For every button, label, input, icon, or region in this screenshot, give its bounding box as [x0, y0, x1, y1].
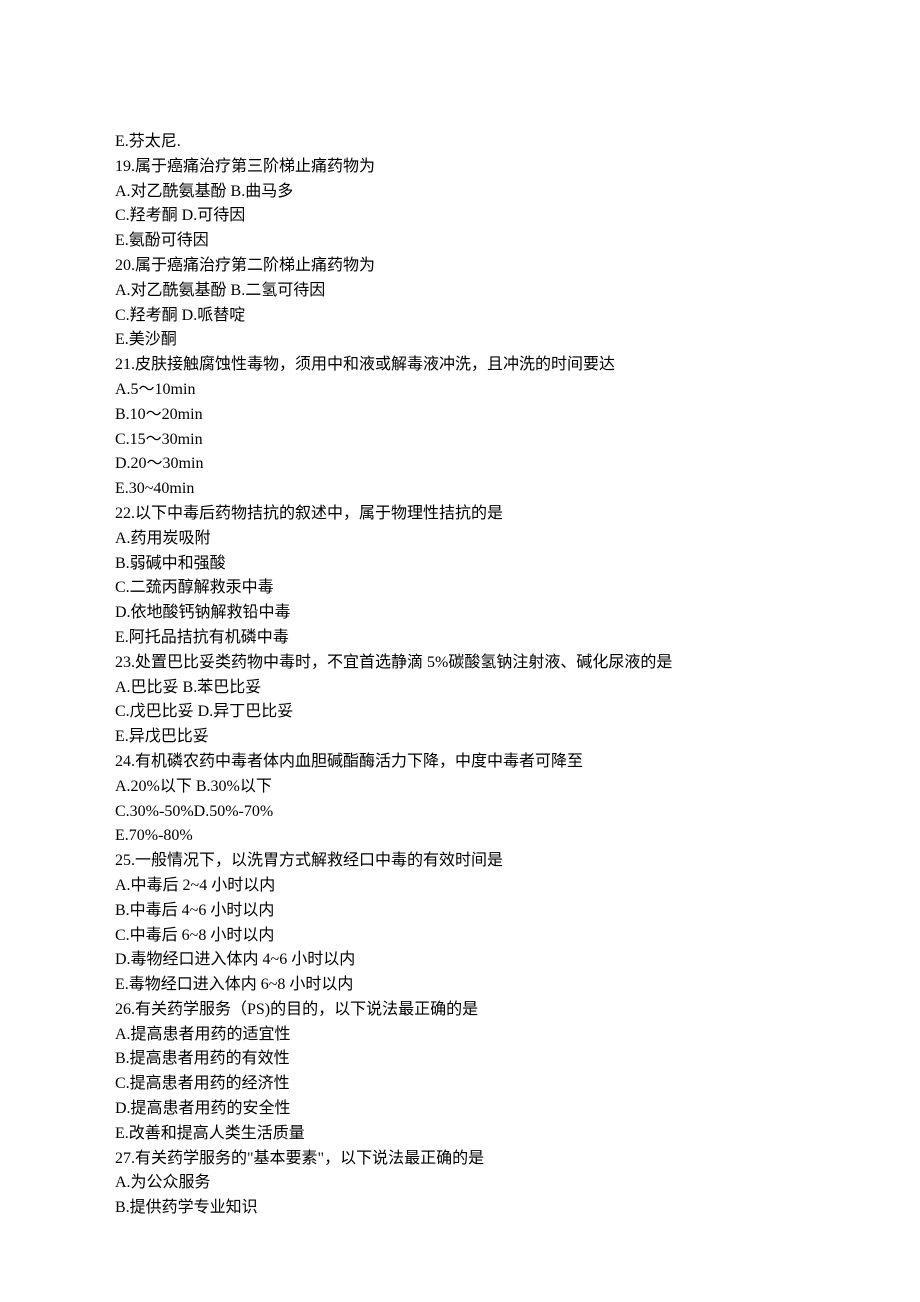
text-line: A.20%以下 B.30%以下 — [115, 775, 805, 800]
text-line: E.美沙酮 — [115, 328, 805, 353]
text-line: C.羟考酮 D.可待因 — [115, 204, 805, 229]
text-line: E.芬太尼. — [115, 130, 805, 155]
text-line: E.改善和提高人类生活质量 — [115, 1122, 805, 1147]
text-line: C.提高患者用药的经济性 — [115, 1072, 805, 1097]
text-line: A.5～10min — [115, 378, 805, 403]
text-line: 26.有关药学服务（PS)的目的，以下说法最正确的是 — [115, 998, 805, 1023]
text-line: A.对乙酰氨基酚 B.曲马多 — [115, 180, 805, 205]
text-line: D.提高患者用药的安全性 — [115, 1097, 805, 1122]
text-line: C.30%-50%D.50%-70% — [115, 800, 805, 825]
text-line: C.羟考酮 D.哌替啶 — [115, 304, 805, 329]
text-line: E.阿托品拮抗有机磷中毒 — [115, 626, 805, 651]
text-line: A.对乙酰氨基酚 B.二氢可待因 — [115, 279, 805, 304]
text-line: E.70%-80% — [115, 824, 805, 849]
text-line: E.异戊巴比妥 — [115, 725, 805, 750]
text-line: 25.一般情况下，以洗胃方式解救经口中毒的有效时间是 — [115, 849, 805, 874]
text-line: E.毒物经口进入体内 6~8 小时以内 — [115, 973, 805, 998]
text-line: C.中毒后 6~8 小时以内 — [115, 924, 805, 949]
text-line: 19.属于癌痛治疗第三阶梯止痛药物为 — [115, 155, 805, 180]
text-line: C.二巯丙醇解救汞中毒 — [115, 576, 805, 601]
text-line: D.毒物经口进入体内 4~6 小时以内 — [115, 948, 805, 973]
text-line: A.提高患者用药的适宜性 — [115, 1023, 805, 1048]
text-line: 22.以下中毒后药物拮抗的叙述中，属于物理性拮抗的是 — [115, 502, 805, 527]
text-line: A.药用炭吸附 — [115, 527, 805, 552]
text-line: A.巴比妥 B.苯巴比妥 — [115, 676, 805, 701]
text-line: D.20～30min — [115, 452, 805, 477]
text-line: 24.有机磷农药中毒者体内血胆碱酯酶活力下降，中度中毒者可降至 — [115, 750, 805, 775]
text-line: C.15～30min — [115, 428, 805, 453]
text-line: C.戊巴比妥 D.异丁巴比妥 — [115, 700, 805, 725]
text-line: 27.有关药学服务的"基本要素"，以下说法最正确的是 — [115, 1147, 805, 1172]
text-line: E.30~40min — [115, 477, 805, 502]
text-line: B.提高患者用药的有效性 — [115, 1047, 805, 1072]
text-line: 21.皮肤接触腐蚀性毒物，须用中和液或解毒液冲洗，且冲洗的时间要达 — [115, 353, 805, 378]
text-line: B.弱碱中和强酸 — [115, 552, 805, 577]
text-line: B.10～20min — [115, 403, 805, 428]
text-line: B.中毒后 4~6 小时以内 — [115, 899, 805, 924]
text-line: 23.处置巴比妥类药物中毒时，不宜首选静滴 5%碳酸氢钠注射液、碱化尿液的是 — [115, 651, 805, 676]
text-line: E.氨酚可待因 — [115, 229, 805, 254]
text-line: A.为公众服务 — [115, 1171, 805, 1196]
text-line: B.提供药学专业知识 — [115, 1196, 805, 1221]
text-line: A.中毒后 2~4 小时以内 — [115, 874, 805, 899]
document-body: E.芬太尼.19.属于癌痛治疗第三阶梯止痛药物为A.对乙酰氨基酚 B.曲马多C.… — [115, 130, 805, 1221]
text-line: D.依地酸钙钠解救铅中毒 — [115, 601, 805, 626]
text-line: 20.属于癌痛治疗第二阶梯止痛药物为 — [115, 254, 805, 279]
